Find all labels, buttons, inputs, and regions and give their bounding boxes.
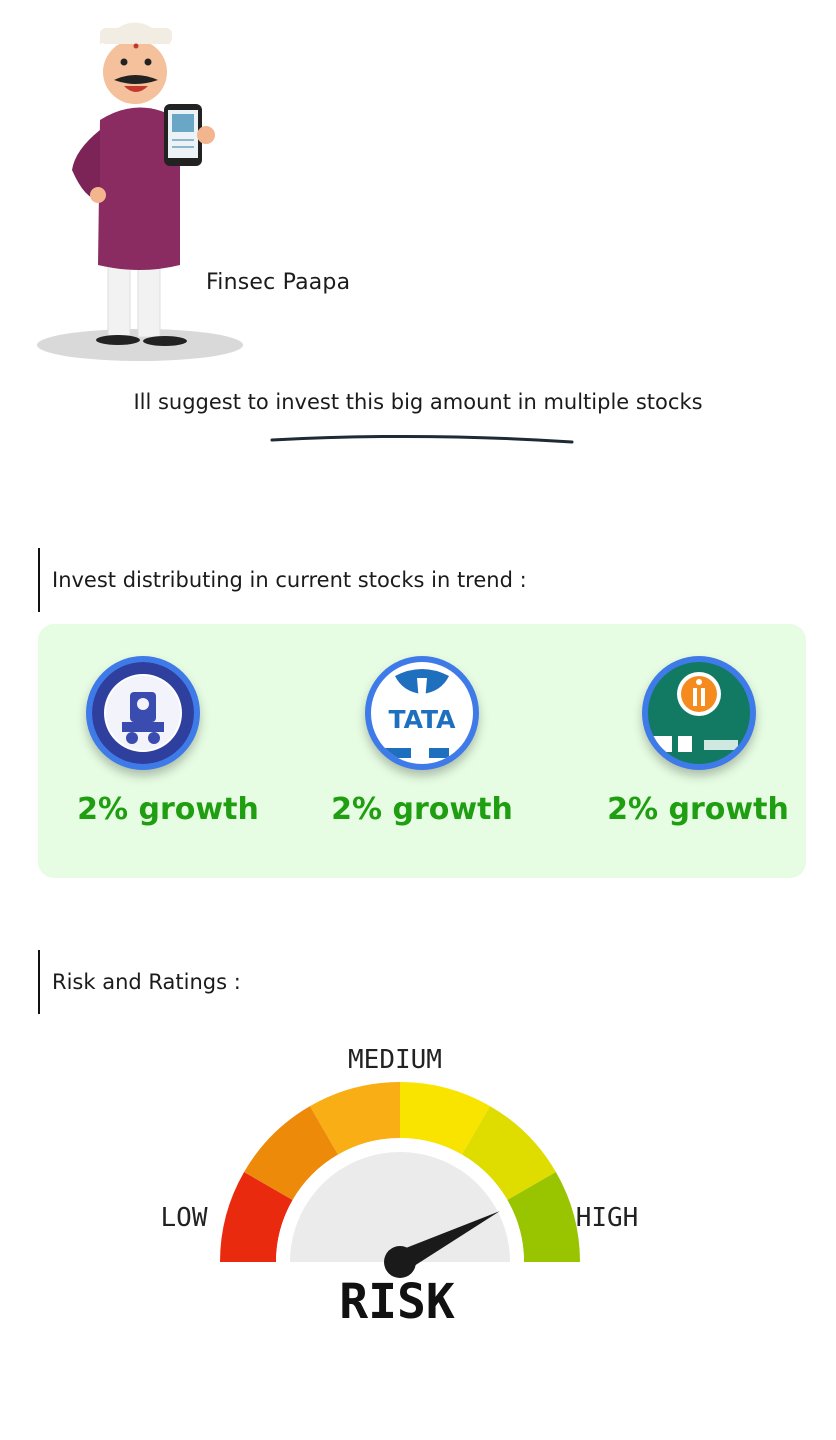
stock-growth: 2% growth [607,792,789,827]
suggestion-text: Ill suggest to invest this big amount in… [133,390,703,414]
risk-section-title: Risk and Ratings : [38,950,241,1014]
stock-logo [642,656,756,770]
stock-card[interactable]: TATA 2% growth [302,624,542,878]
idbi-bank-logo-icon [648,662,750,764]
stock-logo: TATA [365,656,479,770]
gauge-label-medium: MEDIUM [348,1045,442,1075]
gauge-label-risk: RISK [339,1274,455,1330]
gauge-label-low: LOW [161,1203,208,1233]
tata-power-logo-icon: TATA [371,662,473,764]
indian-railways-logo-icon [92,662,194,764]
stock-logo [86,656,200,770]
mascot-illustration-icon [37,22,243,361]
svg-text:TATA: TATA [389,705,457,734]
stock-card[interactable]: 2% growth [578,624,818,878]
stock-card[interactable]: 2% growth [48,624,288,878]
stock-panel: 2% growth TATA 2% growth 2% growth [38,624,806,878]
decorative-underline [270,434,574,444]
gauge-label-high: HIGH [576,1203,639,1233]
mascot-name: Finsec Paapa [206,270,351,295]
stock-growth: 2% growth [77,792,259,827]
stock-growth: 2% growth [331,792,513,827]
stocks-section-title: Invest distributing in current stocks in… [38,548,527,612]
risk-gauge: MEDIUM LOW HIGH RISK [161,1045,639,1330]
